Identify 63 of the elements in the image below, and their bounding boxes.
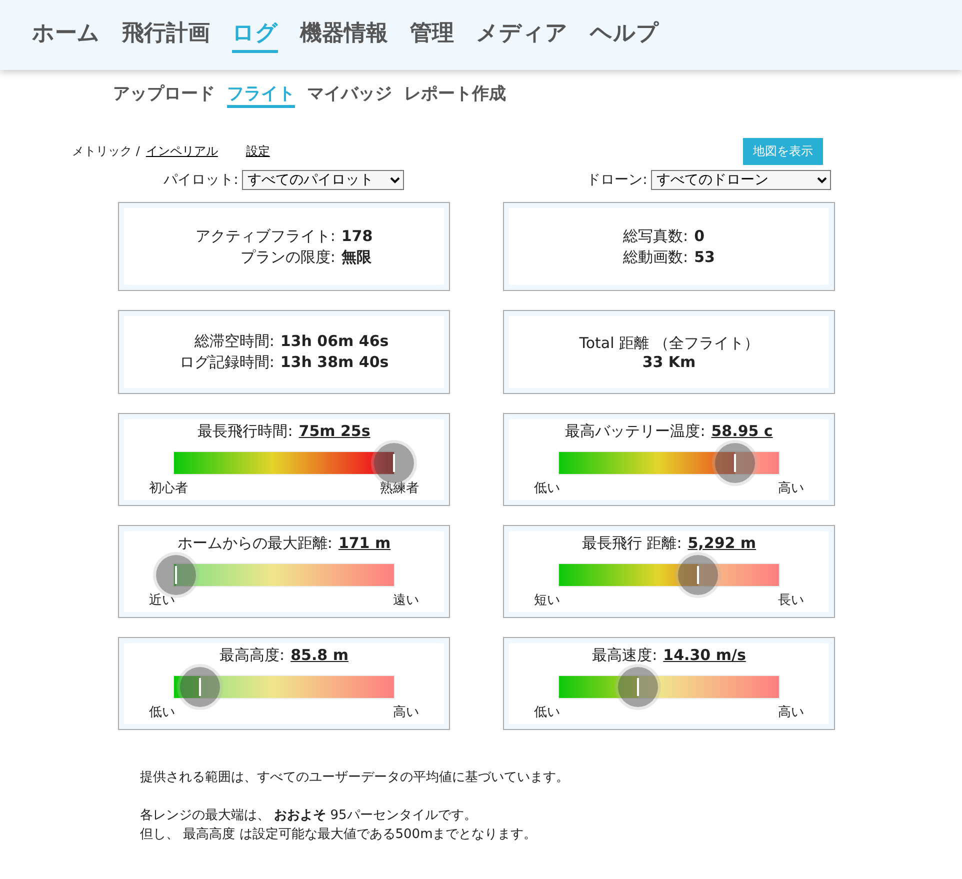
gauge-title: 最長飛行 距離: [582,534,682,553]
gauge-low-label: 低い [534,704,560,721]
gauge-value: 85.8 m [290,646,348,664]
filter-dropdown[interactable]: すべてのドローン [651,170,832,190]
filter-label: ドローン: [586,171,648,189]
gauge-title: ホームからの最大距離: [177,534,332,553]
stat-label: 総動画数: [623,248,688,266]
gauge-thumb [715,443,755,483]
gauge-value: 171 m [338,534,391,552]
gauge-value: 58.95 c [711,422,773,440]
filter-dropdown[interactable]: すべてのパイロット [242,170,404,190]
note-text: 提供される範囲は、すべてのユーザーデータの平均値に基づいています。 [140,769,570,787]
stat-value: 13h 06m 46s [280,332,389,351]
gauge-high-label: 熟練者 [380,480,419,497]
subnav-tab[interactable]: マイバッジ [307,82,392,108]
stat-value: 178 [341,226,373,246]
gauge-title: 最高速度: [592,646,658,665]
stat-label: 総写真数: [623,226,688,246]
stat-label: Total 距離 （全フライト） [579,334,759,352]
note-text: 但し、 最高高度 は設定可能な最大値である500mまでとなります。 [140,826,538,844]
stat-label: プランの限度: [239,248,336,266]
gauge-high-label: 遠い [393,592,419,609]
gauge-value: 14.30 m/s [663,646,746,664]
gauge-low-label: 低い [149,704,175,721]
nav-tab[interactable]: ヘルプ [590,18,659,52]
nav-tab[interactable]: 飛行計画 [122,18,210,52]
stat-value: 33 Km [642,352,696,370]
gauge-low-label: 初心者 [149,480,188,497]
stat-value: 13h 38m 40s [280,353,389,372]
stat-value: 無限 [341,248,372,266]
gauge-low-label: 近い [149,592,175,609]
nav-tab[interactable]: メディア [476,18,568,52]
gauge-title: 最高バッテリー温度: [565,422,706,441]
gauge-value: 75m 25s [298,422,370,440]
settings-link[interactable]: 設定 [246,143,270,160]
gauge-title: 最長飛行時間: [198,422,293,441]
stat-label: アクティブフライト: [195,226,336,246]
nav-tab[interactable]: 管理 [410,18,454,52]
stat-label: 総滞空時間: [193,332,274,351]
gauge-high-label: 高い [778,480,804,497]
gauge-title: 最高高度: [220,646,285,665]
gauge-thumb [678,555,718,595]
gauge-high-label: 高い [778,704,804,721]
nav-tab[interactable]: 機器情報 [300,18,388,52]
gauge-thumb [618,667,658,707]
stat-value: 53 [694,248,715,266]
gauge-thumb [374,443,414,483]
nav-tab[interactable]: ホーム [32,18,100,52]
gauge-low-label: 短い [534,592,560,609]
gauge-high-label: 高い [393,704,419,721]
gauge-thumb [180,667,220,707]
stat-label: ログ記録時間: [179,353,274,372]
gauge-thumb [156,555,196,595]
subnav-tab[interactable]: アップロード [113,82,215,108]
gauge-low-label: 低い [534,480,560,497]
gauge-value: 5,292 m [688,534,756,552]
filter-label: パイロット: [164,171,238,189]
stat-value: 0 [694,226,706,246]
unit-label: メトリック / [72,143,140,160]
imperial-link[interactable]: インペリアル [146,143,218,160]
subnav-tab[interactable]: レポート作成 [404,82,506,108]
gauge-high-label: 長い [778,592,804,609]
note-text: 各レンジの最大端は、 おおよそ 95パーセンタイルです。 [140,806,478,824]
